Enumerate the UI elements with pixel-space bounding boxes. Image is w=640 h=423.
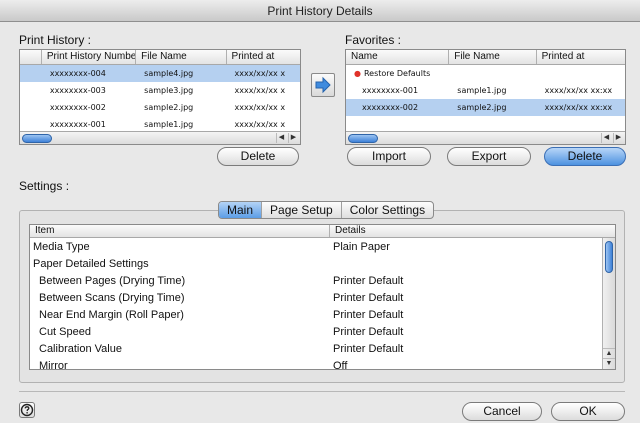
cell-printed-at: xxxx/xx/xx x xyxy=(234,86,286,95)
cell-item: Mirror xyxy=(39,359,68,370)
history-delete-button[interactable]: Delete xyxy=(217,147,299,166)
cell-details: Printer Default xyxy=(333,342,404,355)
column-item[interactable]: Item xyxy=(30,225,330,237)
cell-file-name: sample3.jpg xyxy=(144,86,194,95)
scroll-left-icon[interactable]: ◀ xyxy=(276,133,286,143)
column-name[interactable]: Name xyxy=(346,50,450,64)
cell-file-name: sample2.jpg xyxy=(457,103,507,112)
cell-name-text: xxxxxxxx-002 xyxy=(362,103,419,112)
table-row[interactable]: Cut Speed Printer Default xyxy=(30,323,615,340)
table-row[interactable]: Between Scans (Drying Time) Printer Defau… xyxy=(30,289,615,306)
cell-item: Cut Speed xyxy=(39,325,91,338)
cell-file-name: sample4.jpg xyxy=(144,69,194,78)
cell-name: xxxxxxxx-002 xyxy=(346,103,449,112)
help-button[interactable] xyxy=(19,402,35,418)
cell-item: Media Type xyxy=(33,240,90,253)
cell-item: Near End Margin (Roll Paper) xyxy=(39,308,184,321)
print-history-header: Print History Number File Name Printed a… xyxy=(20,50,300,65)
cell-name-text: Restore Defaults xyxy=(363,69,431,78)
column-printed-at[interactable]: Printed at xyxy=(227,50,300,64)
cell-item: Between Pages (Drying Time) xyxy=(39,274,186,287)
favorites-label: Favorites : xyxy=(345,33,402,47)
export-button[interactable]: Export xyxy=(447,147,531,166)
table-row[interactable]: Media Type Plain Paper xyxy=(30,238,615,255)
table-row[interactable]: Mirror Off xyxy=(30,357,615,370)
print-history-hscrollbar[interactable]: ◀ ▶ xyxy=(20,131,300,144)
settings-table[interactable]: Item Details Media Type Plain Paper Paper … xyxy=(29,224,616,370)
column-printed-at[interactable]: Printed at xyxy=(537,50,625,64)
window-title: Print History Details xyxy=(267,4,373,18)
table-row[interactable]: Near End Margin (Roll Paper) Printer Defa… xyxy=(30,306,615,323)
scroll-right-icon[interactable]: ▶ xyxy=(613,133,623,143)
cell-details: Printer Default xyxy=(333,308,404,321)
cell-printed-at: xxxx/xx/xx x xyxy=(234,103,286,112)
cell-printed-at: xxxx/xx/xx xx:xx xyxy=(544,86,613,95)
favorites-header: Name File Name Printed at xyxy=(346,50,625,65)
table-row[interactable]: xxxxxxxx-002 sample2.jpg xxxx/xx/xx xx:xx xyxy=(346,99,625,116)
cell-details: Printer Default xyxy=(333,325,404,338)
table-row[interactable]: xxxxxxxx-003 sample3.jpg xxxx/xx/xx x xyxy=(20,82,300,99)
import-button[interactable]: Import xyxy=(347,147,431,166)
table-row[interactable]: Between Pages (Drying Time) Printer Defau… xyxy=(30,272,615,289)
table-row[interactable]: Paper Detailed Settings xyxy=(30,255,615,272)
table-row[interactable]: xxxxxxxx-002 sample2.jpg xxxx/xx/xx x xyxy=(20,99,300,116)
column-details[interactable]: Details xyxy=(330,225,604,237)
table-row[interactable]: ● Restore Defaults xyxy=(346,65,625,82)
cancel-button[interactable]: Cancel xyxy=(462,402,542,421)
cell-details: Printer Default xyxy=(333,274,404,287)
print-history-label: Print History : xyxy=(19,33,92,47)
settings-vscrollbar[interactable]: ▲ ▼ xyxy=(602,238,615,369)
scroll-left-icon[interactable]: ◀ xyxy=(601,133,611,143)
scroll-down-icon[interactable]: ▼ xyxy=(603,358,615,368)
cell-print-history-number: xxxxxxxx-001 xyxy=(49,120,106,129)
favorites-delete-button[interactable]: Delete xyxy=(544,147,626,166)
cell-name: xxxxxxxx-001 xyxy=(346,86,449,95)
footer-divider xyxy=(19,391,625,392)
cell-item: Paper Detailed Settings xyxy=(33,257,149,270)
bullet-icon: ● xyxy=(354,69,361,78)
scroll-up-icon[interactable]: ▲ xyxy=(603,348,615,358)
cell-details: Off xyxy=(333,359,348,370)
cell-file-name: sample1.jpg xyxy=(457,86,507,95)
cell-item: Between Scans (Drying Time) xyxy=(39,291,185,304)
cell-details: Printer Default xyxy=(333,291,404,304)
settings-header: Item Details xyxy=(30,225,615,238)
right-arrow-icon xyxy=(315,76,331,94)
tab-color-settings[interactable]: Color Settings xyxy=(342,202,433,218)
cell-print-history-number: xxxxxxxx-002 xyxy=(49,103,106,112)
favorites-hscrollbar[interactable]: ◀ ▶ xyxy=(346,131,625,144)
favorites-table[interactable]: Name File Name Printed at ● Restore Defau… xyxy=(345,49,626,145)
scroll-thumb[interactable] xyxy=(22,134,52,143)
cell-file-name: sample1.jpg xyxy=(144,120,194,129)
window-title-bar: Print History Details xyxy=(0,0,640,22)
tab-page-setup[interactable]: Page Setup xyxy=(262,202,342,218)
settings-tab-bar: Main Page Setup Color Settings xyxy=(218,201,435,219)
ok-button[interactable]: OK xyxy=(551,402,625,421)
cell-name: ● Restore Defaults xyxy=(346,69,449,78)
scroll-right-icon[interactable]: ▶ xyxy=(288,133,298,143)
cell-print-history-number: xxxxxxxx-003 xyxy=(49,86,106,95)
header-spacer xyxy=(20,50,42,64)
cell-item: Calibration Value xyxy=(39,342,122,355)
settings-label: Settings : xyxy=(19,179,70,193)
column-file-name[interactable]: File Name xyxy=(449,50,537,64)
add-to-favorites-button[interactable] xyxy=(311,73,335,97)
cell-printed-at: xxxx/xx/xx x xyxy=(234,120,286,129)
cell-file-name: sample2.jpg xyxy=(144,103,194,112)
column-file-name[interactable]: File Name xyxy=(136,50,227,64)
cell-details: Plain Paper xyxy=(333,240,390,253)
table-row[interactable]: Calibration Value Printer Default xyxy=(30,340,615,357)
print-history-table[interactable]: Print History Number File Name Printed a… xyxy=(19,49,301,145)
cell-printed-at: xxxx/xx/xx x xyxy=(234,69,286,78)
cell-printed-at: xxxx/xx/xx xx:xx xyxy=(544,103,613,112)
column-print-history-number[interactable]: Print History Number xyxy=(42,50,137,64)
question-mark-icon xyxy=(20,403,34,417)
scroll-thumb[interactable] xyxy=(348,134,378,143)
scroll-thumb[interactable] xyxy=(605,241,613,273)
cell-print-history-number: xxxxxxxx-004 xyxy=(49,69,106,78)
tab-main[interactable]: Main xyxy=(219,202,263,218)
table-row[interactable]: xxxxxxxx-004 sample4.jpg xxxx/xx/xx x xyxy=(20,65,300,82)
cell-name-text: xxxxxxxx-001 xyxy=(362,86,419,95)
table-row[interactable]: xxxxxxxx-001 sample1.jpg xxxx/xx/xx xx:xx xyxy=(346,82,625,99)
